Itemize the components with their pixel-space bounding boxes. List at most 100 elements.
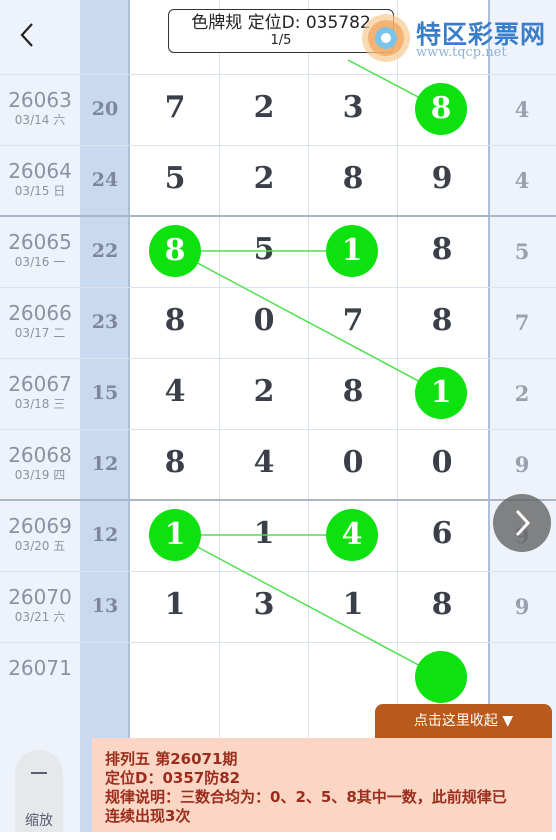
row-divider xyxy=(0,358,556,359)
digit-cell: 8 xyxy=(342,374,364,409)
row-divider xyxy=(0,215,556,217)
row-divider xyxy=(0,642,556,643)
issue-cell: 26071 xyxy=(0,642,80,681)
sum-value: 20 xyxy=(91,98,119,120)
issue-date: 03/16 一 xyxy=(14,255,66,269)
minus-icon xyxy=(31,772,47,774)
row-divider xyxy=(0,145,556,146)
digit-cell: 7 xyxy=(342,303,364,338)
sum-value: 24 xyxy=(91,169,119,191)
issue-date: 03/15 日 xyxy=(14,184,66,198)
highlight-ball: 8 xyxy=(149,225,201,277)
digit-cell: 8 xyxy=(164,303,186,338)
issue-cell: 26069 03/20 五 xyxy=(0,500,80,553)
issue-number: 26070 xyxy=(8,585,72,609)
sum-value: 15 xyxy=(91,382,119,404)
issue-date: 03/19 四 xyxy=(14,468,66,482)
table-row: 26065 03/16 一 22 8 5 1 8 5 xyxy=(0,216,556,287)
highlight-ball: 4 xyxy=(326,509,378,561)
info-rule: 规律说明：三数合均为：0、2、5、8其中一数，此前规律已 xyxy=(105,788,507,806)
issue-cell: 26063 03/14 六 xyxy=(0,74,80,127)
right-value: 7 xyxy=(514,310,530,335)
digit-cell: 2 xyxy=(253,90,275,125)
digit-cell: 4 xyxy=(164,374,186,409)
digit-cell: 5 xyxy=(164,161,186,196)
digit-cell: 8 xyxy=(431,587,453,622)
sum-value: 22 xyxy=(91,240,119,262)
right-value: 4 xyxy=(514,168,530,193)
brand-url: www.tqcp.net xyxy=(416,45,507,60)
digit-cell: 6 xyxy=(431,516,453,551)
sum-value: 23 xyxy=(91,311,119,333)
info-rule-cont: 连续出现3次 xyxy=(105,807,191,825)
sum-value: 12 xyxy=(91,453,119,475)
issue-number: 26067 xyxy=(8,372,72,396)
issue-date: 03/20 五 xyxy=(14,539,66,553)
table-row: 26068 03/19 四 12 8 4 0 0 9 xyxy=(0,429,556,500)
next-page-button[interactable] xyxy=(493,494,551,552)
sum-value: 13 xyxy=(91,595,119,617)
back-arrow-icon xyxy=(20,23,33,47)
issue-date: 03/17 二 xyxy=(14,326,66,340)
right-value: 4 xyxy=(514,97,530,122)
right-value: 5 xyxy=(514,239,530,264)
digit-cell: 8 xyxy=(431,303,453,338)
row-divider xyxy=(0,429,556,430)
chevron-right-icon xyxy=(515,509,531,537)
right-value: 9 xyxy=(514,452,530,477)
zoom-out-button[interactable] xyxy=(15,750,63,802)
digit-cell: 0 xyxy=(342,445,364,480)
issue-number: 26068 xyxy=(8,443,72,467)
zoom-label[interactable]: 缩放 xyxy=(15,802,63,832)
info-position: 定位D：0357防82 xyxy=(105,769,241,787)
issue-number: 26069 xyxy=(8,514,72,538)
digit-cell: 1 xyxy=(342,587,364,622)
digit-cell: 9 xyxy=(431,161,453,196)
sum-value: 12 xyxy=(91,524,119,546)
issue-number: 26063 xyxy=(8,88,72,112)
digit-cell: 2 xyxy=(253,374,275,409)
issue-cell: 26066 03/17 二 xyxy=(0,287,80,340)
brand-logo-icon xyxy=(356,10,416,66)
highlight-ball: 1 xyxy=(326,225,378,277)
highlight-ball: 8 xyxy=(415,83,467,135)
row-divider xyxy=(0,499,556,501)
issue-cell: 26068 03/19 四 xyxy=(0,429,80,482)
issue-cell: 26070 03/21 六 xyxy=(0,571,80,624)
digit-cell: 0 xyxy=(253,303,275,338)
issue-number: 26071 xyxy=(8,656,72,680)
issue-date: 03/14 六 xyxy=(14,113,66,127)
table-row: 26067 03/18 三 15 4 2 8 1 2 xyxy=(0,358,556,429)
info-title: 排列五 第26071期 xyxy=(105,750,238,768)
issue-cell: 26067 03/18 三 xyxy=(0,358,80,411)
back-button[interactable] xyxy=(14,20,42,50)
collapse-button[interactable]: 点击这里收起 ▼ xyxy=(375,704,552,738)
highlight-ball: 1 xyxy=(415,367,467,419)
highlight-ball: 1 xyxy=(149,509,201,561)
table-row: 26066 03/17 二 23 8 0 7 8 7 xyxy=(0,287,556,358)
issue-date: 03/21 六 xyxy=(14,610,66,624)
right-value: 9 xyxy=(514,594,530,619)
table-row: 26063 03/14 六 20 7 2 3 8 4 xyxy=(0,74,556,145)
digit-cell: 2 xyxy=(253,161,275,196)
digit-cell: 3 xyxy=(253,587,275,622)
issue-number: 26066 xyxy=(8,301,72,325)
issue-cell: 26065 03/16 一 xyxy=(0,216,80,269)
row-divider xyxy=(0,74,556,75)
digit-cell: 3 xyxy=(342,90,364,125)
info-panel: 排列五 第26071期 定位D：0357防82 规律说明：三数合均为：0、2、5… xyxy=(92,738,552,832)
table-row: 26064 03/15 日 24 5 2 8 9 4 xyxy=(0,145,556,216)
digit-cell: 1 xyxy=(164,587,186,622)
table-row: 26069 03/20 五 12 1146 9 xyxy=(0,500,556,571)
digit-cell: 7 xyxy=(164,90,186,125)
digit-cell: 1 xyxy=(253,516,275,551)
highlight-ball xyxy=(415,651,467,703)
digit-cell: 0 xyxy=(431,445,453,480)
row-divider xyxy=(0,287,556,288)
digit-cell: 8 xyxy=(431,232,453,267)
issue-number: 26065 xyxy=(8,230,72,254)
digit-cell: 5 xyxy=(253,232,275,267)
row-divider xyxy=(0,571,556,572)
digit-cell: 4 xyxy=(253,445,275,480)
issue-number: 26064 xyxy=(8,159,72,183)
